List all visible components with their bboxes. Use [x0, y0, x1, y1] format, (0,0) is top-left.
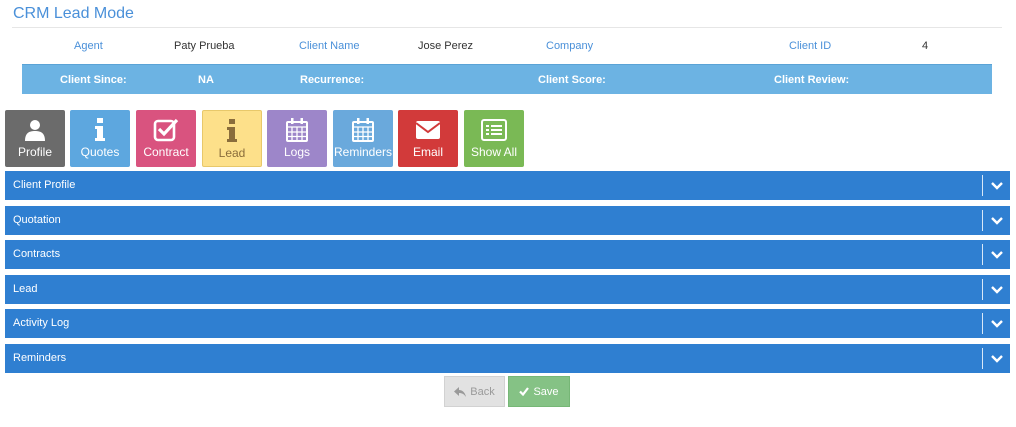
- agent-label: Agent: [74, 40, 103, 52]
- lead-button[interactable]: Lead: [202, 110, 262, 167]
- checkbox-icon: [136, 117, 196, 143]
- title-divider: [12, 27, 1002, 28]
- chevron-down-icon[interactable]: [990, 317, 1004, 331]
- profile-button-label: Profile: [17, 145, 52, 159]
- show-all-button-label: Show All: [470, 145, 518, 159]
- panel-divider: [982, 175, 983, 196]
- user-icon: [5, 117, 65, 143]
- email-button-label: Email: [412, 145, 443, 159]
- client-name-value: Jose Perez: [418, 40, 474, 52]
- client-id-label: Client ID: [789, 40, 832, 52]
- page-title: CRM Lead Mode: [13, 5, 134, 22]
- logs-button-label: Logs: [283, 145, 311, 159]
- envelope-icon: [398, 117, 458, 143]
- client-review-label: Client Review:: [774, 74, 850, 86]
- client-info-row: Agent Paty Prueba Client Name Jose Perez…: [0, 38, 1016, 56]
- chevron-down-icon[interactable]: [990, 352, 1004, 366]
- check-icon: [519, 387, 530, 396]
- client-name-label: Client Name: [299, 40, 360, 52]
- recurrence-label: Recurrence:: [300, 74, 365, 86]
- contract-button[interactable]: Contract: [136, 110, 196, 167]
- panel-divider: [982, 347, 983, 369]
- panel-title: Client Profile: [13, 179, 76, 191]
- reply-arrow-icon: [454, 386, 467, 397]
- panel-quotation[interactable]: Quotation: [5, 205, 1010, 235]
- panel-title: Quotation: [13, 213, 61, 226]
- panel-lead[interactable]: Lead: [5, 274, 1010, 304]
- profile-button[interactable]: Profile: [5, 110, 65, 167]
- reminders-button-label: Reminders: [333, 145, 393, 159]
- panel-contracts[interactable]: Contracts: [5, 240, 1010, 269]
- client-score-label: Client Score:: [538, 74, 606, 86]
- panel-divider: [982, 244, 983, 265]
- agent-value: Paty Prueba: [174, 40, 235, 52]
- panel-divider: [982, 278, 983, 300]
- client-since-label: Client Since:: [60, 74, 127, 86]
- panel-divider: [982, 313, 983, 334]
- info-icon: [70, 117, 130, 143]
- contract-button-label: Contract: [143, 145, 189, 159]
- calendar-icon: [333, 117, 393, 143]
- info-icon: [203, 118, 261, 144]
- client-since-value: NA: [198, 74, 214, 86]
- quotes-button-label: Quotes: [80, 145, 120, 159]
- panel-activity-log[interactable]: Activity Log: [5, 309, 1010, 338]
- panel-divider: [982, 209, 983, 231]
- save-button-label: Save: [533, 385, 559, 398]
- chevron-down-icon[interactable]: [990, 214, 1004, 228]
- client-stats-band: Client Since: NA Recurrence: Client Scor…: [22, 64, 992, 94]
- quotes-button[interactable]: Quotes: [70, 110, 130, 167]
- accordion: Client Profile Quotation Contracts Lead …: [5, 171, 1010, 378]
- list-icon: [464, 117, 524, 143]
- panel-client-profile[interactable]: Client Profile: [5, 171, 1010, 200]
- chevron-down-icon[interactable]: [990, 248, 1004, 262]
- show-all-button[interactable]: Show All: [464, 110, 524, 167]
- back-button[interactable]: Back: [444, 376, 505, 407]
- chevron-down-icon[interactable]: [990, 179, 1004, 193]
- back-button-label: Back: [470, 385, 495, 398]
- panel-title: Lead: [13, 282, 38, 295]
- chevron-down-icon[interactable]: [990, 283, 1004, 297]
- panel-reminders[interactable]: Reminders: [5, 343, 1010, 373]
- lead-button-label: Lead: [218, 146, 246, 160]
- email-button[interactable]: Email: [398, 110, 458, 167]
- calendar-icon: [267, 117, 327, 143]
- client-id-value: 4: [922, 40, 929, 52]
- panel-title: Reminders: [13, 351, 67, 364]
- save-button[interactable]: Save: [508, 376, 570, 407]
- company-label: Company: [546, 40, 594, 52]
- panel-title: Activity Log: [13, 317, 70, 329]
- logs-button[interactable]: Logs: [267, 110, 327, 167]
- panel-title: Contracts: [13, 248, 61, 260]
- reminders-button[interactable]: Reminders: [333, 110, 393, 167]
